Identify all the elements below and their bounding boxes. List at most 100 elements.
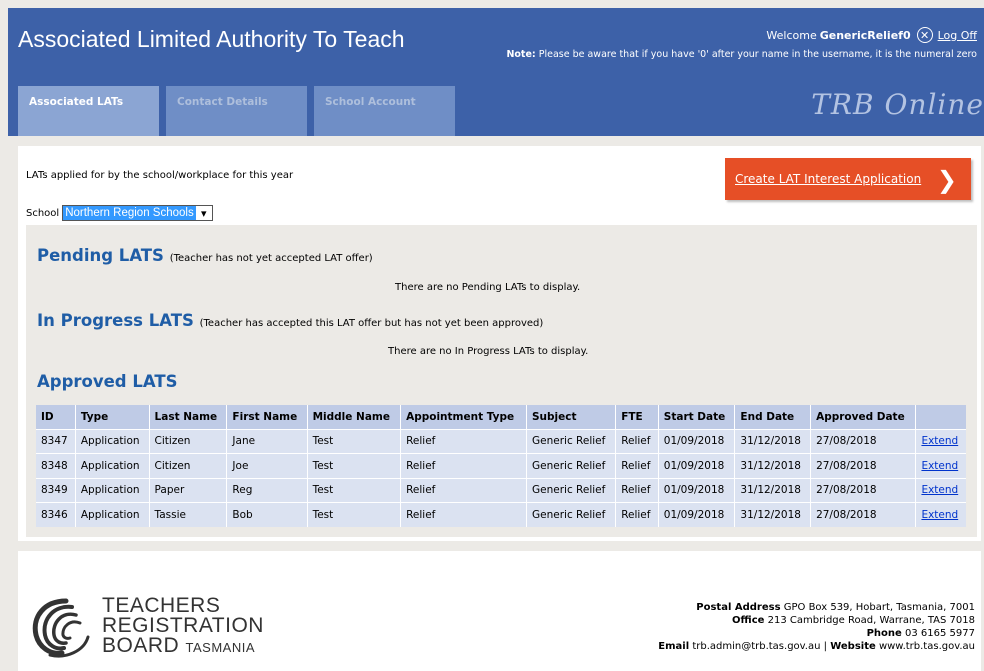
column-header-start-date: Start Date	[657, 405, 735, 429]
postal-address-line: Postal Address GPO Box 539, Hobart, Tasm…	[658, 601, 975, 614]
cell-last-name: Citizen	[148, 453, 227, 478]
cell-type: Application	[74, 453, 150, 478]
tab-associated-lats[interactable]: Associated LATs	[18, 86, 159, 136]
website-value[interactable]: www.trb.tas.gov.au	[879, 641, 975, 652]
school-select[interactable]: Northern Region Schools ▾	[62, 205, 213, 221]
cell-id: 8349	[36, 477, 76, 503]
column-header-appointment-type: Appointment Type	[400, 405, 527, 429]
cell-last-name: Tassie	[148, 502, 227, 527]
cell-fte: Relief	[615, 453, 659, 478]
lats-panel: Pending LATS (Teacher has not yet accept…	[26, 225, 977, 537]
approved-lats-heading: Approved LATS	[37, 372, 178, 391]
website-label: Website	[830, 641, 876, 652]
cell-start-date: 01/09/2018	[657, 502, 735, 527]
column-header-last-name: Last Name	[148, 405, 227, 429]
note-label: Note:	[506, 49, 536, 60]
header-bar: Associated Limited Authority To Teach We…	[8, 8, 984, 136]
page-title: Associated Limited Authority To Teach	[18, 26, 405, 52]
table-header-row: ID Type Last Name First Name Middle Name…	[36, 405, 966, 429]
logo-line-board: BOARD TASMANIA	[102, 635, 264, 658]
table-row: 8347 Application Citizen Jane Test Relie…	[36, 428, 966, 454]
chevron-down-icon: ▾	[200, 206, 207, 220]
cell-subject: Generic Relief	[525, 502, 616, 527]
cell-middle-name: Test	[306, 453, 401, 478]
cell-middle-name: Test	[306, 428, 401, 454]
pending-lats-title: Pending LATS	[37, 246, 164, 265]
school-selector-row: School Northern Region Schools ▾	[26, 205, 213, 221]
cell-type: Application	[74, 477, 150, 503]
logo-word-tasmania: TASMANIA	[185, 640, 256, 655]
cell-subject: Generic Relief	[525, 477, 616, 503]
extend-link[interactable]: Extend	[921, 484, 958, 496]
extend-link[interactable]: Extend	[921, 460, 958, 472]
column-header-middle-name: Middle Name	[306, 405, 401, 429]
cell-first-name: Bob	[226, 502, 308, 527]
office-value: 213 Cambridge Road, Warrane, TAS 7018	[767, 615, 975, 626]
cell-start-date: 01/09/2018	[657, 453, 735, 478]
cell-fte: Relief	[615, 502, 659, 527]
chevron-right-icon: ❯	[936, 166, 957, 194]
cell-fte: Relief	[615, 428, 659, 454]
cell-approved-date: 27/08/2018	[810, 502, 916, 527]
office-line: Office 213 Cambridge Road, Warrane, TAS …	[658, 614, 975, 627]
cell-subject: Generic Relief	[525, 428, 616, 454]
cell-first-name: Joe	[226, 453, 308, 478]
email-value[interactable]: trb.admin@trb.tas.gov.au	[692, 641, 820, 652]
cell-approved-date: 27/08/2018	[810, 477, 916, 503]
postal-label: Postal Address	[696, 602, 781, 613]
cell-end-date: 31/12/2018	[734, 453, 811, 478]
brand-logo-text: TRB Online	[811, 88, 984, 121]
cell-subject: Generic Relief	[525, 453, 616, 478]
column-header-fte: FTE	[615, 405, 659, 429]
in-progress-lats-subtitle: (Teacher has accepted this LAT offer but…	[199, 318, 544, 329]
office-label: Office	[732, 615, 765, 626]
create-button-label: Create LAT Interest Application	[735, 172, 922, 186]
cell-appointment-type: Relief	[400, 502, 527, 527]
table-row: 8346 Application Tassie Bob Test Relief …	[36, 502, 966, 527]
cell-start-date: 01/09/2018	[657, 477, 735, 503]
cell-type: Application	[74, 502, 150, 527]
in-progress-lats-title: In Progress LATS	[37, 311, 194, 330]
extend-cell: Extend	[915, 428, 966, 454]
pending-lats-subtitle: (Teacher has not yet accepted LAT offer)	[169, 253, 373, 264]
in-progress-empty-message: There are no In Progress LATs to display…	[388, 346, 589, 357]
logo-line-teachers: TEACHERS	[102, 594, 221, 617]
cell-last-name: Citizen	[148, 428, 227, 454]
postal-value: GPO Box 539, Hobart, Tasmania, 7001	[783, 602, 975, 613]
intro-text: LATs applied for by the school/workplace…	[26, 170, 294, 181]
cell-type: Application	[74, 428, 150, 454]
school-label: School	[26, 207, 60, 219]
cell-approved-date: 27/08/2018	[810, 453, 916, 478]
pending-empty-message: There are no Pending LATs to display.	[395, 282, 581, 293]
circle-x-icon[interactable]: ✕	[916, 27, 933, 43]
extend-cell: Extend	[915, 477, 966, 503]
column-header-first-name: First Name	[226, 405, 308, 429]
table-row: 8348 Application Citizen Joe Test Relief…	[36, 453, 966, 478]
in-progress-lats-heading: In Progress LATS (Teacher has accepted t…	[37, 311, 543, 330]
note-text: Please be aware that if you have '0' aft…	[538, 49, 977, 60]
cell-middle-name: Test	[306, 477, 401, 503]
school-select-value: Northern Region Schools	[63, 206, 196, 220]
cell-approved-date: 27/08/2018	[810, 428, 916, 454]
cell-last-name: Paper	[148, 477, 227, 503]
create-lat-application-button[interactable]: Create LAT Interest Application ❯	[725, 158, 971, 200]
cell-end-date: 31/12/2018	[734, 502, 811, 527]
phone-value: 03 6165 5977	[905, 628, 975, 639]
tab-school-account[interactable]: School Account	[314, 86, 455, 136]
tab-contact-details[interactable]: Contact Details	[166, 86, 307, 136]
extend-link[interactable]: Extend	[921, 509, 958, 521]
footer: TEACHERS REGISTRATION BOARD TASMANIA Pos…	[18, 551, 981, 671]
extend-link[interactable]: Extend	[921, 435, 958, 447]
username: GenericRelief0	[819, 28, 911, 42]
cell-middle-name: Test	[306, 502, 401, 527]
logo-wordmark: TEACHERS REGISTRATION BOARD TASMANIA	[102, 594, 264, 658]
cell-fte: Relief	[615, 477, 659, 503]
main-content: LATs applied for by the school/workplace…	[18, 146, 981, 541]
cell-id: 8347	[36, 428, 76, 454]
extend-cell: Extend	[915, 502, 966, 527]
cell-end-date: 31/12/2018	[734, 477, 811, 503]
phone-line: Phone 03 6165 5977	[658, 627, 975, 640]
column-header-type: Type	[74, 405, 150, 429]
cell-first-name: Reg	[226, 477, 308, 503]
logout-link[interactable]: Log Off	[938, 29, 977, 42]
